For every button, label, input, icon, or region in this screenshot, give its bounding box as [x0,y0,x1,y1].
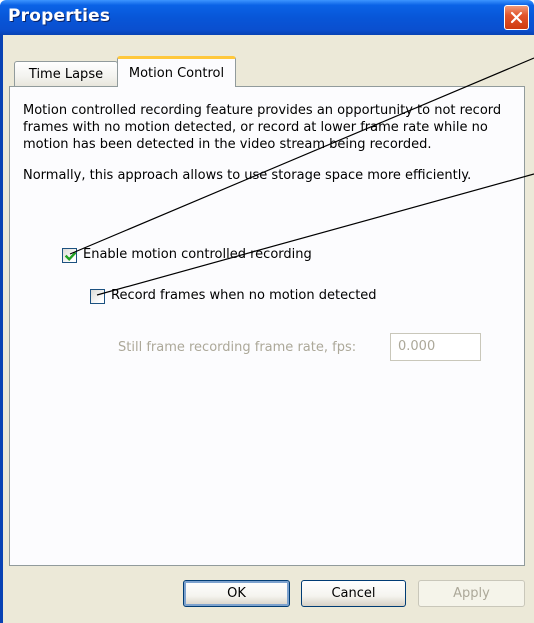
ok-button[interactable]: OK [183,580,290,607]
enable-motion-checkbox[interactable] [62,248,77,263]
window-title: Properties [8,6,111,26]
apply-button[interactable]: Apply [418,580,525,607]
record-no-motion-label[interactable]: Record frames when no motion detected [111,288,377,303]
close-icon [510,11,523,24]
cancel-button[interactable]: Cancel [301,580,406,607]
description-text: Motion controlled recording feature prov… [23,103,502,152]
frame-rate-input[interactable]: 0.000 [390,333,481,361]
tab-panel-motion-control [9,86,525,566]
close-button[interactable] [504,5,529,30]
tab-time-lapse[interactable]: Time Lapse [14,61,118,86]
properties-window: Properties Time Lapse Motion Control Mot… [0,0,534,623]
frame-rate-label: Still frame recording frame rate, fps: [118,340,357,355]
enable-motion-label[interactable]: Enable motion controlled recording [83,247,312,262]
tab-motion-control-label: Motion Control [128,65,225,81]
record-no-motion-checkbox[interactable] [90,289,105,304]
tab-time-lapse-label: Time Lapse [28,66,104,82]
title-bar[interactable]: Properties [0,0,534,35]
tab-motion-control[interactable]: Motion Control [117,56,236,87]
checkmark-icon [64,251,77,262]
description-note: Normally, this approach allows to use st… [23,168,472,183]
